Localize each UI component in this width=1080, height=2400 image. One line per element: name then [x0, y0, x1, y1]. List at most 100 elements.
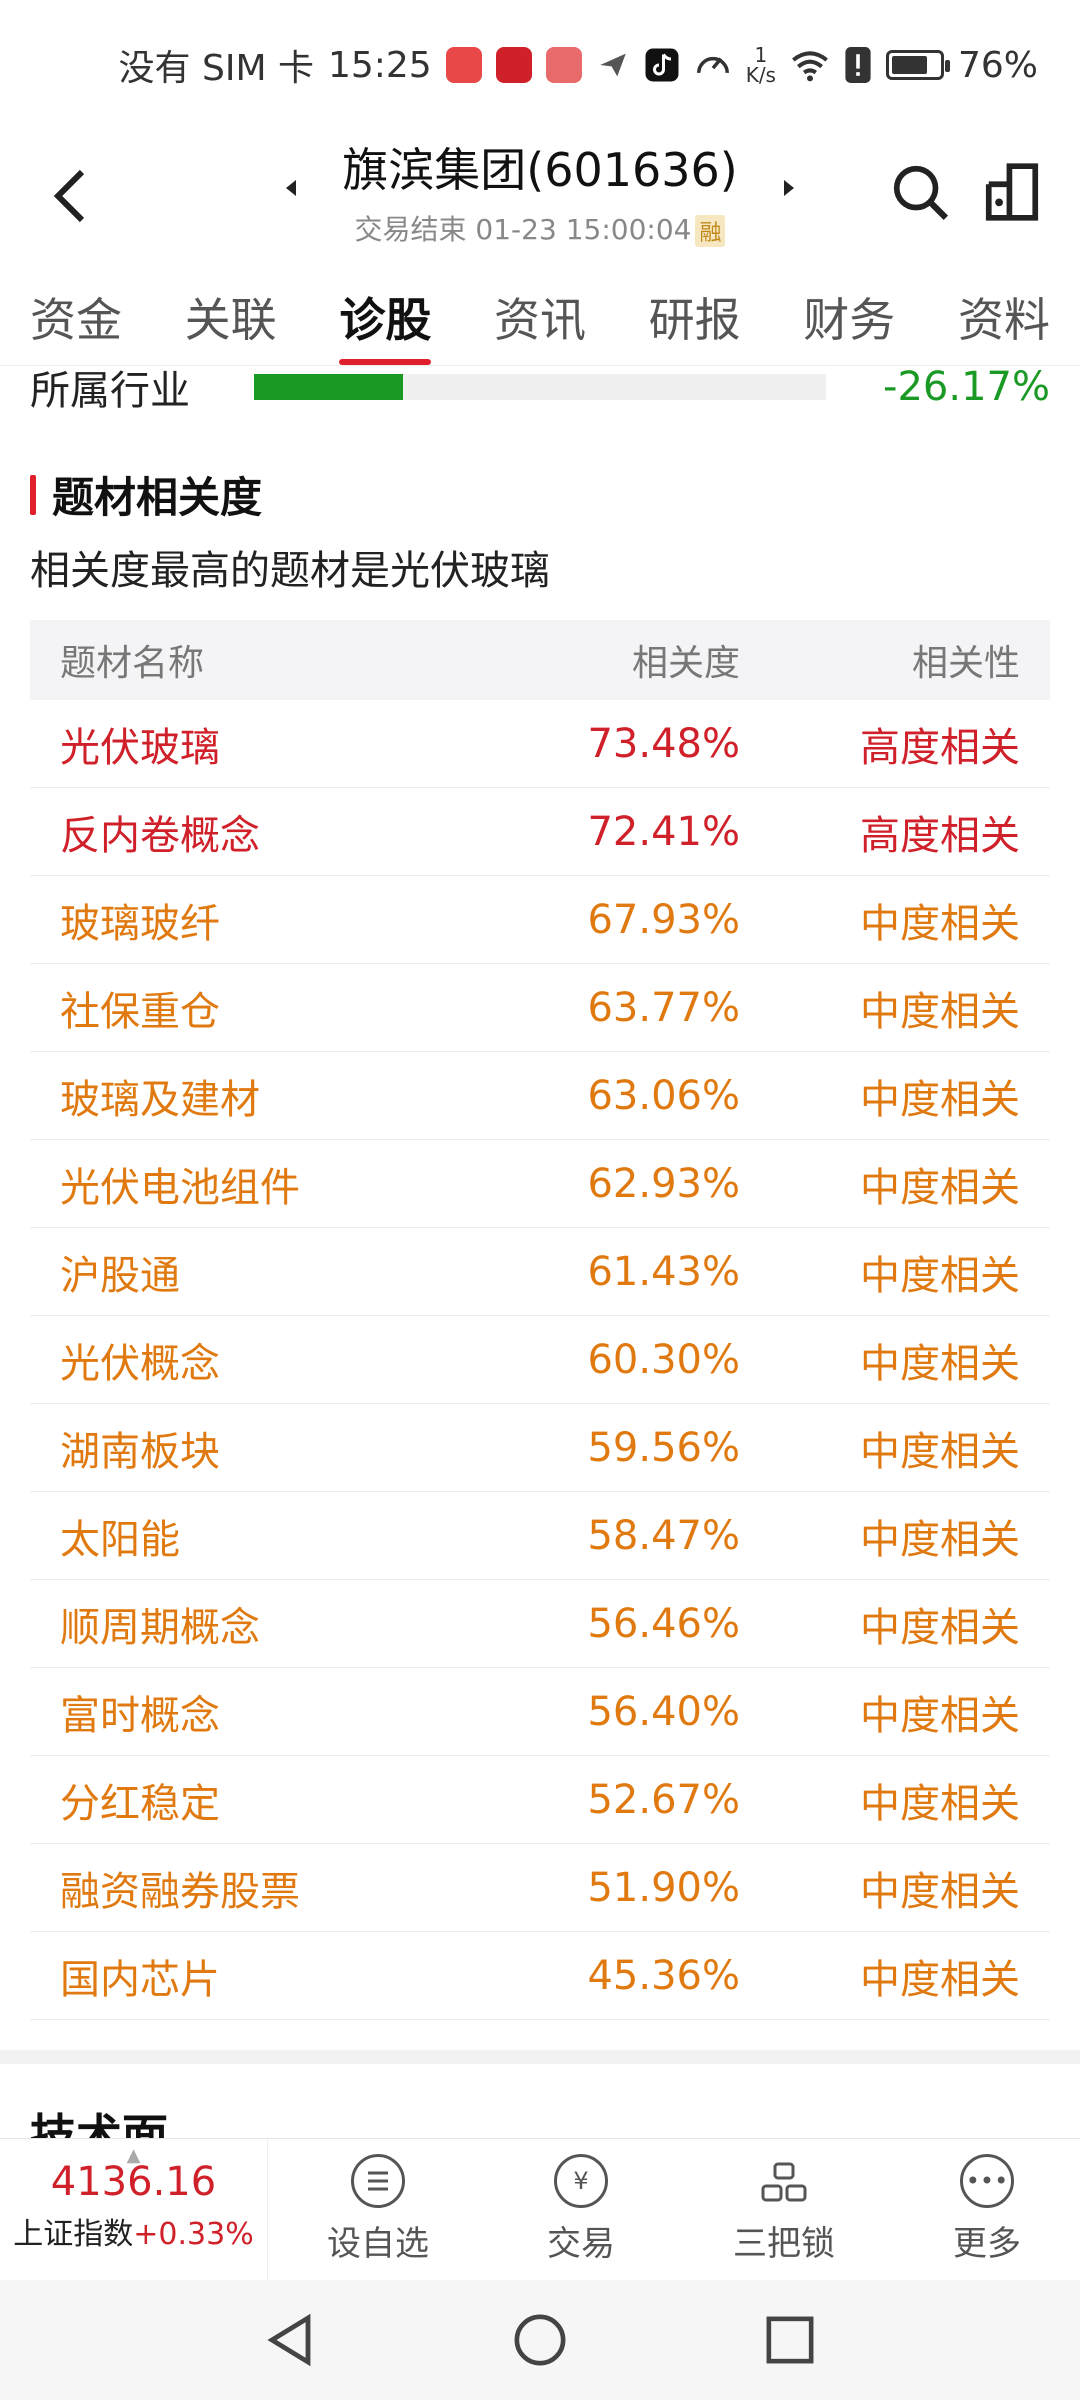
battery-icon: [885, 50, 950, 80]
table-row[interactable]: 融资融券股票 51.90% 中度相关: [30, 1844, 1050, 1932]
theme-name: 湖南板块: [60, 1428, 220, 1475]
theme-relevance-pct: 52.67%: [587, 1776, 740, 1823]
section-title: 题材相关度: [30, 464, 262, 525]
table-row[interactable]: 富时概念 56.40% 中度相关: [30, 1668, 1050, 1756]
tab-news[interactable]: 资讯: [494, 270, 586, 365]
table-row[interactable]: 玻璃及建材 63.06% 中度相关: [30, 1052, 1050, 1140]
theme-relevance-level: 中度相关: [860, 1428, 1020, 1475]
table-row[interactable]: 玻璃玻纤 67.93% 中度相关: [30, 876, 1050, 964]
battery-percent: 76%: [957, 44, 1038, 86]
theme-relevance-pct: 62.93%: [587, 1160, 740, 1207]
table-row[interactable]: 顺周期概念 56.46% 中度相关: [30, 1580, 1050, 1668]
table-row[interactable]: 社保重仓 63.77% 中度相关: [30, 964, 1050, 1052]
nav-trade[interactable]: ¥ 交易: [547, 2154, 615, 2265]
caret-right-icon: [784, 180, 794, 196]
system-recents-button[interactable]: [760, 2310, 820, 2370]
next-stock-button[interactable]: [774, 168, 804, 208]
tab-capital[interactable]: 资金: [30, 270, 122, 365]
nav-more[interactable]: ••• 更多: [953, 2154, 1021, 2265]
theme-relevance-pct: 72.41%: [587, 808, 740, 855]
table-row[interactable]: 光伏玻璃 73.48% 高度相关: [30, 700, 1050, 788]
theme-relevance-level: 中度相关: [860, 988, 1020, 1035]
system-home-button[interactable]: [510, 2310, 570, 2370]
trade-status-text: 交易结束 01-23 15:00:04: [354, 213, 692, 246]
theme-name: 太阳能: [60, 1516, 180, 1563]
theme-relevance-level: 中度相关: [860, 1604, 1020, 1651]
index-change: +0.33%: [133, 2217, 254, 2252]
table-row[interactable]: 湖南板块 59.56% 中度相关: [30, 1404, 1050, 1492]
theme-relevance-level: 高度相关: [860, 812, 1020, 859]
app-screen: 没有 SIM 卡 15:25 1 K/s 76% 旗滨集团(601636) 交易…: [0, 0, 1080, 2400]
clock: 15:25: [327, 44, 432, 86]
theme-relevance-pct: 45.36%: [587, 1952, 740, 1999]
theme-relevance-pct: 60.30%: [587, 1336, 740, 1383]
theme-relevance-pct: 67.93%: [587, 896, 740, 943]
theme-relevance-pct: 58.47%: [587, 1512, 740, 1559]
theme-relevance-pct: 63.06%: [587, 1072, 740, 1119]
table-row[interactable]: 反内卷概念 72.41% 高度相关: [30, 788, 1050, 876]
system-nav-bar: [0, 2280, 1080, 2400]
trade-status: 交易结束 01-23 15:00:04 融: [280, 208, 800, 248]
nav-three-locks-label: 三把锁: [733, 2224, 835, 2264]
yen-refresh-icon: ¥: [554, 2154, 608, 2208]
theme-relevance-level: 中度相关: [860, 1868, 1020, 1915]
theme-name: 顺周期概念: [60, 1604, 260, 1651]
status-bar: 没有 SIM 卡 15:25 1 K/s 76%: [0, 0, 1080, 130]
tab-bar: 资金 关联 诊股 资讯 研报 财务 资料: [0, 270, 1080, 366]
nav-add-watchlist[interactable]: 设自选: [327, 2154, 429, 2265]
theme-name: 光伏电池组件: [60, 1164, 300, 1211]
net-speed-value: 1: [754, 43, 768, 67]
table-row[interactable]: 分红稳定 52.67% 中度相关: [30, 1756, 1050, 1844]
theme-name: 光伏玻璃: [60, 724, 220, 771]
tab-profile[interactable]: 资料: [958, 270, 1050, 365]
search-button[interactable]: [880, 152, 960, 232]
header-rel: 相关性: [911, 643, 1020, 684]
tab-related[interactable]: 关联: [185, 270, 277, 365]
theme-relevance-level: 中度相关: [860, 1956, 1020, 2003]
net-speed-unit: K/s: [745, 63, 776, 87]
theme-relevance-level: 中度相关: [860, 1516, 1020, 1563]
table-row[interactable]: 沪股通 61.43% 中度相关: [30, 1228, 1050, 1316]
theme-name: 国内芯片: [60, 1956, 220, 2003]
table-row[interactable]: 光伏概念 60.30% 中度相关: [30, 1316, 1050, 1404]
tab-finance[interactable]: 财务: [803, 270, 895, 365]
theme-name: 融资融券股票: [60, 1868, 300, 1915]
stock-title-block: 旗滨集团(601636) 交易结束 01-23 15:00:04 融: [280, 130, 800, 270]
index-ticker[interactable]: ▲ 4136.16 上证指数+0.33%: [0, 2139, 268, 2280]
table-row[interactable]: 国内芯片 45.36% 中度相关: [30, 1932, 1050, 2020]
net-speed: 1 K/s: [746, 45, 776, 85]
section-description: 相关度最高的题材是光伏玻璃: [30, 548, 550, 594]
theme-relevance-pct: 51.90%: [587, 1864, 740, 1911]
theme-relevance-pct: 61.43%: [587, 1248, 740, 1295]
theme-relevance-level: 中度相关: [860, 1252, 1020, 1299]
theme-name: 玻璃玻纤: [60, 900, 220, 947]
nav-three-locks[interactable]: 三把锁: [733, 2154, 835, 2265]
index-name: 上证指数: [13, 2217, 134, 2252]
nav-more-label: 更多: [953, 2224, 1021, 2264]
back-arrow-icon: [53, 169, 85, 223]
speed-gauge-icon: [694, 46, 732, 84]
theme-relevance-pct: 56.40%: [587, 1688, 740, 1735]
theme-name: 社保重仓: [60, 988, 220, 1035]
theme-name: 玻璃及建材: [60, 1076, 260, 1123]
header: 旗滨集团(601636) 交易结束 01-23 15:00:04 融: [0, 130, 1080, 270]
system-back-button[interactable]: [260, 2310, 320, 2370]
table-header: 题材名称 相关度 相关性: [30, 620, 1050, 700]
margin-badge: 融: [695, 215, 726, 247]
theme-relevance-level: 高度相关: [860, 724, 1020, 771]
theme-relevance-level: 中度相关: [860, 1076, 1020, 1123]
nav-add-watchlist-label: 设自选: [327, 2224, 429, 2264]
square-recents-icon: [766, 2316, 814, 2364]
theme-relevance-level: 中度相关: [860, 1780, 1020, 1827]
back-button[interactable]: [40, 156, 100, 236]
layout-switch-button[interactable]: [972, 152, 1052, 232]
table-row[interactable]: 光伏电池组件 62.93% 中度相关: [30, 1140, 1050, 1228]
table-row[interactable]: 太阳能 58.47% 中度相关: [30, 1492, 1050, 1580]
theme-relevance-level: 中度相关: [860, 1164, 1020, 1211]
tab-diagnosis[interactable]: 诊股: [339, 270, 432, 365]
tab-research[interactable]: 研报: [649, 270, 741, 365]
index-line: 上证指数+0.33%: [0, 2209, 267, 2253]
section-divider: [0, 2050, 1080, 2064]
search-icon: [893, 165, 949, 221]
theme-name: 光伏概念: [60, 1340, 220, 1387]
